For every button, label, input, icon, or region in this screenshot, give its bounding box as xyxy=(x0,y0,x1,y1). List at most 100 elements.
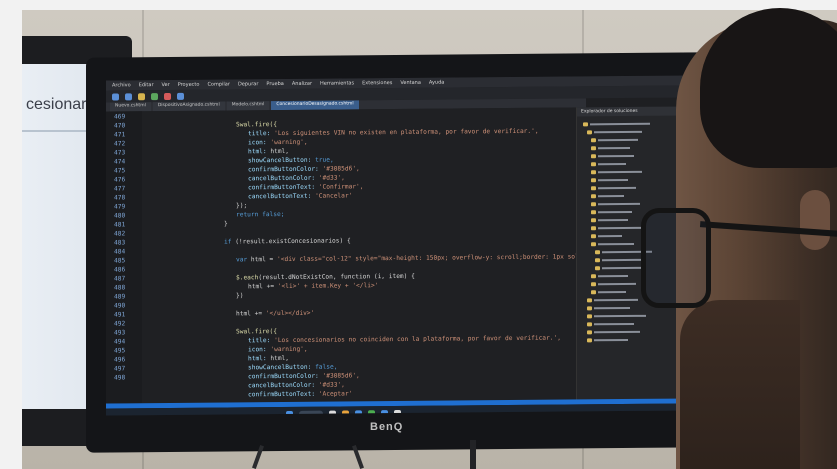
tree-item-label xyxy=(594,306,630,310)
stop-icon[interactable] xyxy=(164,92,171,100)
menu-item[interactable]: Analizar xyxy=(292,81,312,87)
tree-item[interactable] xyxy=(577,336,691,343)
tree-item-label xyxy=(598,195,624,198)
line-number: 474 xyxy=(114,158,126,166)
tree-item-label xyxy=(594,330,640,334)
menu-item[interactable]: Proyecto xyxy=(178,82,200,88)
line-number: 495 xyxy=(114,347,126,355)
menu-item[interactable]: Archivo xyxy=(112,82,131,88)
code-line: var html = '<div class="col-12" style="m… xyxy=(236,253,579,264)
line-number: 469 xyxy=(114,113,126,121)
code-line: cancelButtonText: 'Cancelar' xyxy=(248,192,353,201)
folder-icon xyxy=(591,146,596,151)
menu-item[interactable]: Ver xyxy=(162,82,170,88)
tree-item-label xyxy=(594,298,638,302)
line-number: 476 xyxy=(114,176,126,184)
line-number: 471 xyxy=(114,131,126,139)
tree-item-label xyxy=(598,226,644,230)
menu-item[interactable]: Depurar xyxy=(238,81,258,87)
code-line: Swal.fire({ xyxy=(236,328,277,336)
folder-icon xyxy=(591,186,596,191)
tree-item[interactable] xyxy=(577,168,691,175)
tree-item-label xyxy=(598,154,634,158)
code-editor[interactable]: 469 470 471 472 473 474 475 476 477 478 … xyxy=(106,107,579,404)
line-number: 472 xyxy=(114,140,126,148)
tree-item-label xyxy=(598,202,640,206)
menu-item[interactable]: Prueba xyxy=(266,81,283,87)
forward-icon[interactable] xyxy=(125,92,132,100)
tree-item-label xyxy=(598,242,634,246)
line-number: 483 xyxy=(114,239,126,247)
tree-item[interactable] xyxy=(577,184,691,191)
folder-icon xyxy=(587,338,592,343)
code-line: confirmButtonText: 'Confirmar', xyxy=(248,183,364,192)
tree-item[interactable] xyxy=(577,200,691,207)
tree-item[interactable] xyxy=(577,192,691,199)
tree-item-label xyxy=(598,170,642,174)
line-number: 497 xyxy=(114,365,126,373)
monitor-screen: Archivo Editar Ver Proyecto Compilar Dep… xyxy=(106,75,691,416)
tree-item-label xyxy=(598,146,630,150)
tree-item[interactable] xyxy=(577,120,691,127)
tree-item-label xyxy=(598,291,626,294)
tree-item[interactable] xyxy=(577,152,691,159)
tree-item-label xyxy=(602,258,646,262)
tree-item[interactable] xyxy=(577,320,691,327)
line-number: 478 xyxy=(114,194,126,202)
file-icon xyxy=(595,266,600,271)
code-line: confirmButtonText: 'Aceptar' xyxy=(248,390,353,399)
tree-item-label xyxy=(594,130,642,134)
tree-item[interactable] xyxy=(577,144,691,151)
line-number: 492 xyxy=(114,320,126,328)
line-number: 477 xyxy=(114,185,126,193)
line-number: 493 xyxy=(114,329,126,337)
tree-item-label xyxy=(598,218,628,222)
menu-item[interactable]: Editar xyxy=(139,82,154,88)
tree-item[interactable] xyxy=(577,136,691,143)
run-icon[interactable] xyxy=(151,92,158,100)
folder-icon xyxy=(591,194,596,199)
tab-modelo[interactable]: Modelo.cshtml xyxy=(226,101,270,111)
back-icon[interactable] xyxy=(112,92,119,101)
settings-icon[interactable] xyxy=(177,92,184,100)
folder-icon xyxy=(591,154,596,159)
line-number: 480 xyxy=(114,212,126,220)
tree-item-label xyxy=(598,274,628,278)
tree-item-label xyxy=(594,314,646,318)
tree-item[interactable] xyxy=(577,328,691,335)
folder-icon xyxy=(587,306,592,311)
code-line: cancelButtonColor: '#d33', xyxy=(248,174,345,183)
save-icon[interactable] xyxy=(138,92,145,100)
line-number: 475 xyxy=(114,167,126,175)
folder-icon xyxy=(591,178,596,183)
folder-icon xyxy=(591,234,596,239)
folder-icon xyxy=(591,170,596,175)
monitor-brand-logo: BenQ xyxy=(370,421,404,433)
menu-item[interactable]: Herramientas xyxy=(320,80,354,86)
folder-icon xyxy=(587,314,592,319)
line-number: 489 xyxy=(114,293,126,301)
person-beard xyxy=(680,300,800,469)
code-line: $.each(result.dNotExistCon, function (i,… xyxy=(236,272,415,282)
folder-icon xyxy=(587,298,592,303)
folder-icon xyxy=(583,122,588,127)
folder-icon xyxy=(587,322,592,327)
tree-item[interactable] xyxy=(577,312,691,319)
tab-nuevo[interactable]: Nuevo.cshtml xyxy=(110,102,151,112)
menu-item[interactable]: Ventana xyxy=(400,80,421,86)
tree-item[interactable] xyxy=(577,128,691,135)
menu-item[interactable]: Compilar xyxy=(207,81,230,87)
tree-item-label xyxy=(598,282,636,286)
line-number: 486 xyxy=(114,266,126,274)
folder-icon xyxy=(591,202,596,207)
menu-item[interactable]: Ayuda xyxy=(429,80,444,86)
tree-item-label xyxy=(598,235,622,238)
tree-item[interactable] xyxy=(577,160,691,167)
folder-icon xyxy=(591,274,596,279)
menu-item[interactable]: Extensiones xyxy=(362,80,392,86)
tree-item[interactable] xyxy=(577,176,691,183)
code-line: title: 'Los siguientes VIN no existen en… xyxy=(248,127,539,138)
monitor-stand xyxy=(470,440,476,469)
folder-icon xyxy=(587,330,592,335)
tree-item-label xyxy=(602,266,642,270)
